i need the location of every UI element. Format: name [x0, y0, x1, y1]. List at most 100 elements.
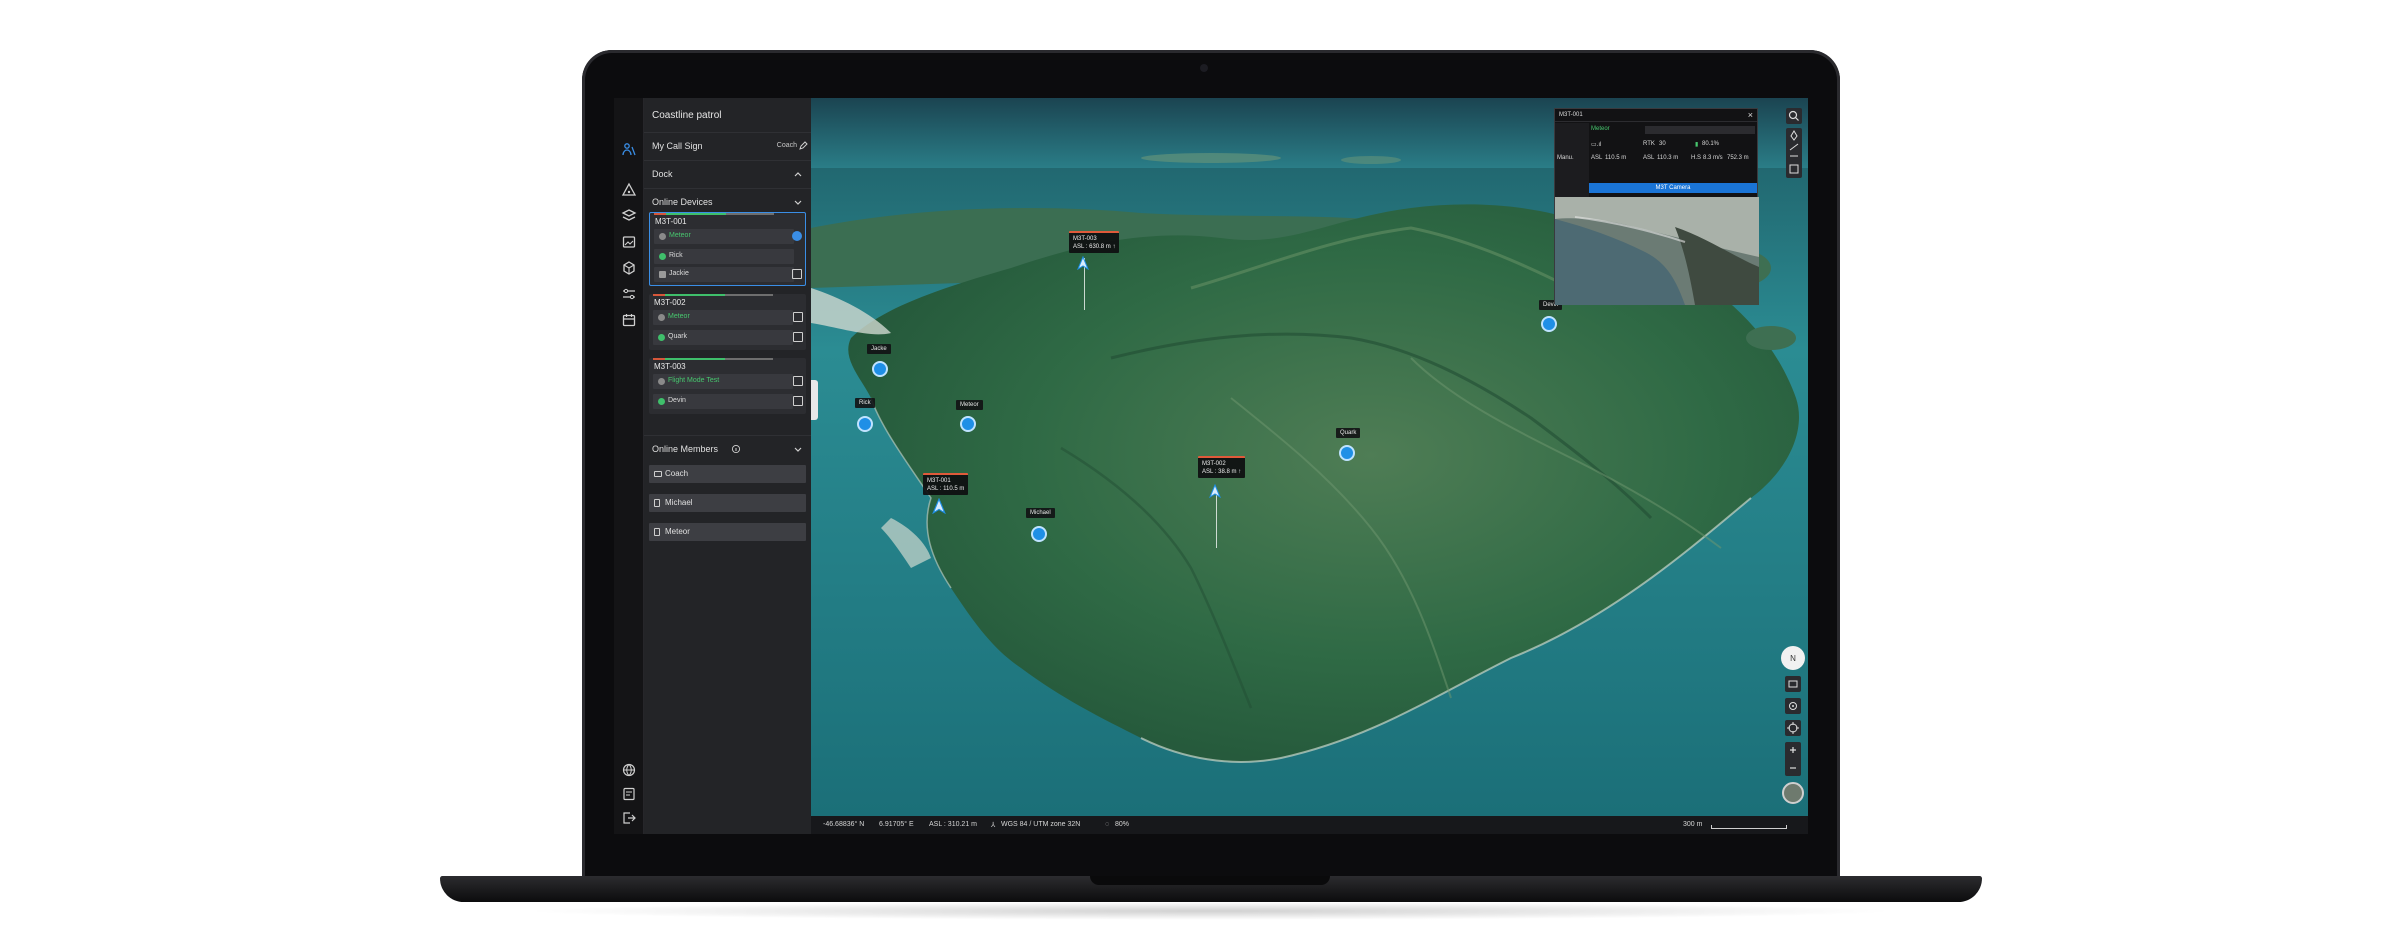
progress-track: [1645, 126, 1755, 134]
search-button[interactable]: [1786, 108, 1802, 124]
target-button[interactable]: [1785, 720, 1801, 736]
annotation-icon[interactable]: [621, 182, 637, 198]
camera-feed: [1555, 197, 1759, 305]
globe-icon[interactable]: [621, 762, 637, 778]
sidebar-collapse-handle[interactable]: [811, 380, 818, 420]
battery-icon: ▮: [1695, 142, 1699, 148]
camera-popup[interactable]: M3T-001 × Manu. Meteor ▭.ıl RTK 30 ▮ 80.…: [1554, 108, 1759, 305]
laptop-camera: [1200, 64, 1208, 72]
edit-icon[interactable]: [798, 141, 808, 151]
device-card-m3t-003[interactable]: M3T-003 Flight Mode Test Devin: [649, 358, 806, 414]
zoom-control[interactable]: [1785, 742, 1801, 776]
chevron-up-icon[interactable]: [793, 169, 803, 179]
status-bar: -46.68836° N 6.91705° E ASL : 310.21 m ⅄…: [811, 816, 1808, 834]
pin-jacke[interactable]: [872, 361, 888, 377]
drone-arrow-icon[interactable]: [1208, 484, 1222, 498]
settings-sliders-icon[interactable]: [621, 286, 637, 302]
model-icon[interactable]: [621, 260, 637, 276]
pin-label: Jacke: [867, 344, 891, 354]
drone-label-m3t-002[interactable]: M3T-002 ASL : 38.8 m ↑: [1198, 456, 1246, 478]
icon-rail: [614, 98, 644, 834]
member-row-michael[interactable]: Michael: [649, 494, 806, 512]
camera-popup-title: M3T-001: [1559, 112, 1583, 118]
camera-popup-header: M3T-001 ×: [1555, 109, 1757, 122]
device-card-m3t-001[interactable]: M3T-001 Meteor Rick Jackie: [649, 212, 806, 286]
dock-section[interactable]: Dock: [644, 160, 811, 186]
pin-michael[interactable]: [1031, 526, 1047, 542]
device-payload-row: Jackie: [654, 267, 794, 282]
logout-icon[interactable]: [621, 810, 637, 826]
layers-icon[interactable]: [621, 208, 637, 224]
dock-label: Dock: [652, 169, 673, 179]
svg-text:N: N: [1790, 654, 1796, 663]
drone-label-m3t-003[interactable]: M3T-003 ASL : 630.8 m ↑: [1069, 231, 1120, 253]
member-row-meteor[interactable]: Meteor: [649, 523, 806, 541]
screen: Coastline patrol My Call Sign Coach Dock…: [614, 98, 1808, 834]
pin-devin[interactable]: [1541, 316, 1557, 332]
crs-icon: ⅄: [991, 822, 996, 829]
asl-value: 110.5 m: [1605, 155, 1627, 161]
calendar-icon[interactable]: [621, 312, 637, 328]
online-devices-section[interactable]: Online Devices: [644, 188, 811, 214]
call-sign-value: Coach: [776, 142, 797, 149]
team-icon[interactable]: [621, 142, 637, 158]
device-card-m3t-002[interactable]: M3T-002 Meteor Quark: [649, 294, 806, 350]
call-sign-label: My Call Sign: [652, 141, 703, 151]
call-sign-row[interactable]: My Call Sign Coach: [644, 132, 811, 158]
locate-button[interactable]: [792, 231, 802, 241]
drone-icon: [659, 233, 666, 240]
distance-value: 752.3 m: [1727, 155, 1749, 161]
drone-arrow-icon[interactable]: [1076, 256, 1090, 270]
draw-toolbar[interactable]: [1786, 128, 1802, 178]
device-pilot-row: Devin: [653, 394, 793, 409]
member-row-coach[interactable]: Coach: [649, 465, 806, 483]
locate-me-button[interactable]: [1785, 698, 1801, 714]
loading-progress: 80%: [1115, 821, 1130, 828]
basemap-switch-button[interactable]: [1782, 782, 1804, 804]
drone-name: M3T-001: [927, 478, 951, 484]
view-2d-3d-button[interactable]: [1785, 676, 1801, 692]
pin-label: Rick: [855, 398, 875, 408]
device-camera-button[interactable]: [793, 312, 803, 322]
device-status-row: Meteor: [654, 229, 794, 244]
device-pilot-row: Quark: [653, 330, 793, 345]
device-signal-bar: [653, 294, 773, 296]
device-camera-button[interactable]: [793, 376, 803, 386]
device-more-button[interactable]: [793, 332, 803, 342]
device-more-button[interactable]: [793, 396, 803, 406]
drone-arrow-icon[interactable]: [931, 498, 947, 514]
pin-quark[interactable]: [1339, 445, 1355, 461]
alt-value: 110.3 m: [1657, 155, 1679, 161]
latitude: -46.68836° N: [823, 821, 865, 828]
map-viewport[interactable]: M3T-003 ASL : 630.8 m ↑ M3T-001 ASL : 11…: [811, 98, 1808, 816]
pilot-icon: [658, 398, 665, 405]
pin-label: Quark: [1336, 428, 1361, 438]
pin-label: Meteor: [956, 400, 983, 410]
chevron-down-icon[interactable]: [793, 444, 803, 454]
drone-icon: [658, 378, 665, 385]
laptop-notch: [1090, 876, 1330, 885]
drone-label-m3t-001[interactable]: M3T-001 ASL : 110.5 m: [923, 473, 969, 495]
longitude: 6.91705° E: [879, 821, 914, 828]
phone-icon: [654, 528, 660, 536]
camera-feed-button[interactable]: M3T Camera: [1589, 183, 1757, 193]
pin-meteor[interactable]: [960, 416, 976, 432]
drone-asl: ASL : 630.8 m ↑: [1073, 244, 1116, 250]
device-name: M3T-003: [654, 362, 686, 371]
member-name: Meteor: [665, 527, 690, 536]
scale-label: 300 m: [1683, 821, 1703, 828]
media-icon[interactable]: [621, 234, 637, 250]
compass-icon[interactable]: N: [1781, 646, 1805, 670]
close-icon[interactable]: ×: [1748, 111, 1753, 120]
pin-rick[interactable]: [857, 416, 873, 432]
desktop-icon: [654, 471, 662, 477]
chevron-down-icon[interactable]: [793, 197, 803, 207]
member-name: Michael: [665, 498, 693, 507]
device-manage-icon[interactable]: [621, 786, 637, 802]
signal-icon: ▭.ıl: [1591, 142, 1602, 148]
device-more-button[interactable]: [792, 269, 802, 279]
sidebar: Coastline patrol My Call Sign Coach Dock…: [644, 98, 811, 834]
online-members-section[interactable]: Online Members: [644, 435, 811, 461]
pin-label: Michael: [1026, 508, 1055, 518]
rtk-value: 30: [1659, 141, 1666, 147]
